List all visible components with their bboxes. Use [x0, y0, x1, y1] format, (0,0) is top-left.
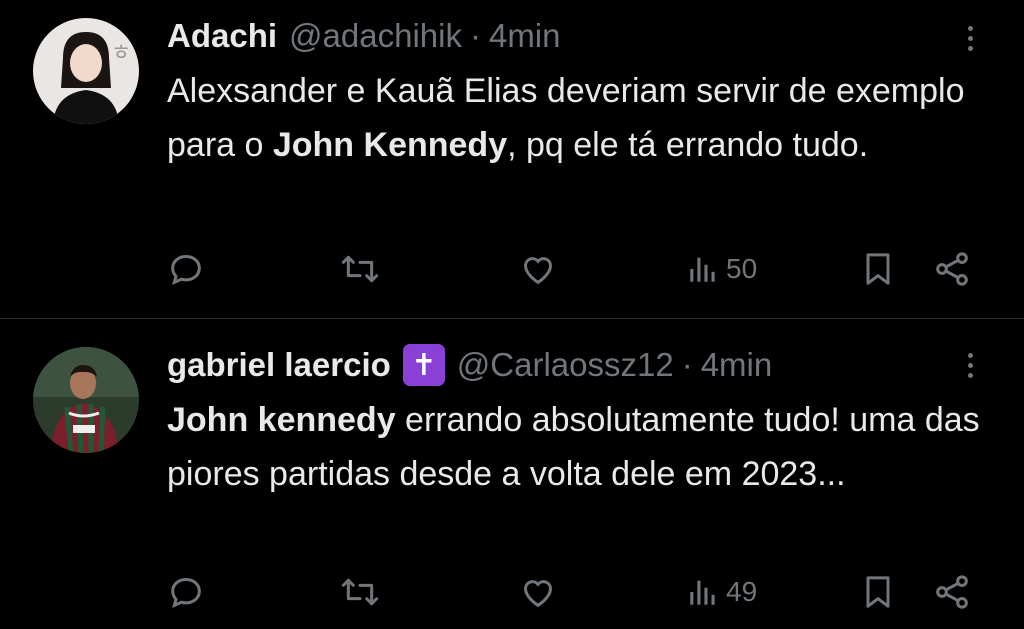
more-options-icon[interactable] — [960, 18, 980, 58]
tweet-actions: 50 — [0, 244, 1024, 294]
tweet[interactable]: ㅎ Adachi @adachihik · 4min Alexsander e … — [0, 0, 1024, 318]
views-button[interactable]: 49 — [686, 567, 757, 617]
like-icon[interactable] — [518, 244, 558, 294]
svg-text:ㅎ: ㅎ — [111, 41, 131, 66]
views-icon — [690, 580, 715, 605]
timestamp[interactable]: 4min — [489, 17, 561, 55]
tweet-text: John kennedy errando absolutamente tudo!… — [167, 393, 997, 501]
retweet-icon[interactable] — [338, 244, 382, 294]
latin-cross-emoji: ✝ — [402, 344, 445, 386]
reply-icon[interactable] — [166, 567, 206, 617]
author-handle[interactable]: @adachihik — [289, 17, 462, 55]
bookmark-icon[interactable] — [858, 244, 898, 294]
tweet-header: gabriel laercio ✝ @Carlaossz12 · 4min — [167, 344, 773, 386]
views-count: 49 — [726, 576, 758, 607]
bookmark-icon[interactable] — [858, 567, 898, 617]
tweet-text-bold: John kennedy — [167, 401, 396, 439]
timestamp[interactable]: 4min — [701, 346, 773, 384]
views-button[interactable]: 50 — [686, 244, 757, 294]
more-options-icon[interactable] — [960, 345, 980, 385]
tweet-text: Alexsander e Kauã Elias deveriam servir … — [167, 64, 997, 172]
author-handle[interactable]: @Carlaossz12 — [457, 346, 674, 384]
tweet-text-bold: John Kennedy — [272, 126, 508, 164]
tweet[interactable]: gabriel laercio ✝ @Carlaossz12 · 4min Jo… — [0, 319, 1024, 629]
author-name[interactable]: gabriel laercio — [167, 346, 391, 384]
views-count: 50 — [726, 253, 758, 284]
reply-icon[interactable] — [166, 244, 206, 294]
views-icon — [690, 257, 715, 282]
retweet-icon[interactable] — [338, 567, 382, 617]
separator: · — [681, 346, 693, 383]
share-icon[interactable] — [932, 567, 972, 617]
tweet-text-part: , pq ele tá errando tudo. — [507, 126, 869, 164]
tweet-header: Adachi @adachihik · 4min — [167, 16, 561, 56]
tweet-actions: 49 — [0, 567, 1024, 617]
like-icon[interactable] — [518, 567, 558, 617]
share-icon[interactable] — [932, 244, 972, 294]
avatar[interactable] — [33, 347, 139, 453]
avatar[interactable]: ㅎ — [33, 18, 139, 124]
author-name[interactable]: Adachi — [167, 17, 277, 55]
separator: · — [469, 17, 481, 54]
